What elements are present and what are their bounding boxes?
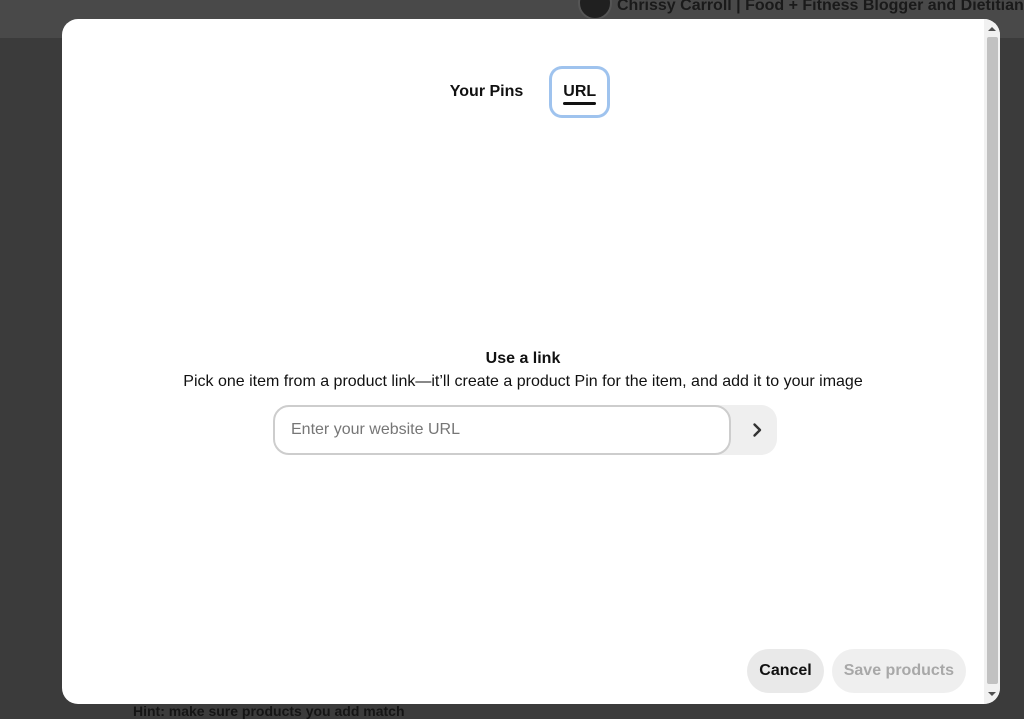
scroll-up-arrow-icon[interactable] xyxy=(984,21,1000,37)
tab-url[interactable]: URL xyxy=(552,69,607,115)
website-url-input[interactable] xyxy=(273,405,731,455)
use-link-section: Use a link Pick one item from a product … xyxy=(62,349,984,393)
tab-your-pins[interactable]: Your Pins xyxy=(439,69,535,115)
chevron-right-icon xyxy=(753,423,762,437)
tab-your-pins-label: Your Pins xyxy=(449,83,524,100)
modal-scrollbar[interactable] xyxy=(984,19,1000,704)
modal-footer: Cancel Save products xyxy=(747,649,966,693)
section-description: Pick one item from a product link—it’ll … xyxy=(183,373,863,390)
section-title: Use a link xyxy=(485,350,561,367)
cancel-button[interactable]: Cancel xyxy=(747,649,824,693)
url-input-row xyxy=(273,405,777,455)
scrollbar-thumb[interactable] xyxy=(987,37,998,684)
profile-name: Chrissy Carroll | Food + Fitness Blogger… xyxy=(617,0,1024,14)
tab-url-label: URL xyxy=(563,83,597,100)
active-tab-underline xyxy=(563,102,597,105)
background-hint-text: Hint: make sure products you add match xyxy=(133,703,405,719)
save-products-button[interactable]: Save products xyxy=(831,649,966,693)
add-products-modal: Your Pins URL Use a link Pick one item f… xyxy=(62,19,1000,704)
tab-bar: Your Pins URL xyxy=(62,69,984,115)
scroll-down-arrow-icon[interactable] xyxy=(984,686,1000,702)
